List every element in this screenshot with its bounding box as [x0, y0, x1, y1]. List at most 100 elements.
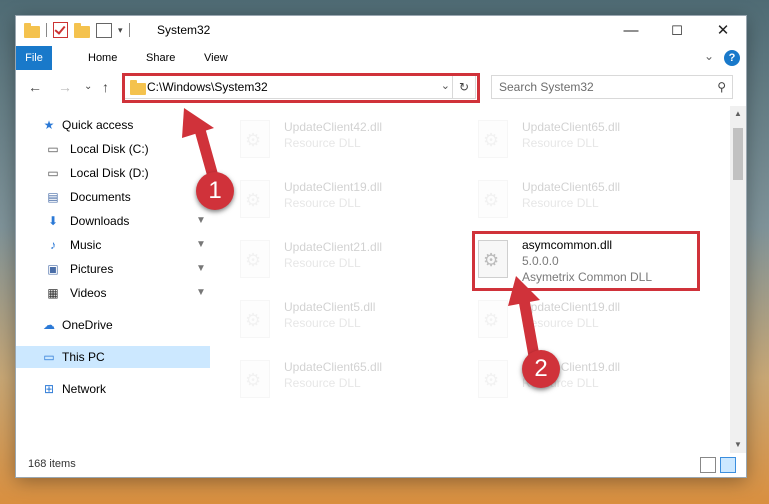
- nav-label: Local Disk (D:): [70, 166, 149, 180]
- up-button[interactable]: ↑: [102, 79, 109, 95]
- file-item[interactable]: UpdateClient21.dll Resource DLL: [212, 234, 442, 286]
- dll-file-icon: [240, 300, 270, 338]
- scroll-thumb[interactable]: [733, 128, 743, 180]
- file-name: UpdateClient19.dll: [522, 300, 621, 314]
- dll-file-icon: [478, 300, 508, 338]
- expand-ribbon-icon[interactable]: ⌄: [704, 49, 714, 63]
- scroll-up-icon[interactable]: ▲: [730, 106, 746, 122]
- nav-item-documents[interactable]: ▤ Documents ▼: [16, 186, 210, 208]
- file-item[interactable]: UpdateClient5.dll Resource DLL: [212, 294, 442, 346]
- file-description: Resource DLL: [284, 136, 361, 150]
- file-name: UpdateClient65.dll: [522, 120, 621, 134]
- nav-item-downloads[interactable]: ⬇ Downloads ▼: [16, 210, 210, 232]
- file-name: UpdateClient65.dll: [522, 180, 621, 194]
- nav-item-local-disk-d[interactable]: ▭ Local Disk (D:): [16, 162, 210, 184]
- search-icon[interactable]: ⚲: [717, 80, 726, 94]
- nav-label: OneDrive: [62, 318, 113, 332]
- new-folder-icon[interactable]: [74, 23, 90, 38]
- file-description: Resource DLL: [284, 316, 361, 330]
- forward-button[interactable]: →: [58, 79, 72, 95]
- file-name: UpdateClient19.dll: [284, 180, 383, 194]
- title-bar: ▾ System32 — ☐ ✕: [16, 16, 746, 46]
- nav-item-pictures[interactable]: ▣ Pictures ▼: [16, 258, 210, 280]
- file-description: Resource DLL: [284, 376, 361, 390]
- qa-dropdown-icon[interactable]: ▾: [118, 25, 123, 36]
- ribbon-tabs: File Home Share View ⌄ ?: [16, 46, 746, 70]
- close-button[interactable]: ✕: [700, 16, 746, 46]
- navigation-pane: ★ Quick access ▭ Local Disk (C:) ▭ Local…: [16, 106, 210, 453]
- nav-item-local-disk-c[interactable]: ▭ Local Disk (C:): [16, 138, 210, 160]
- nav-quick-access[interactable]: ★ Quick access: [16, 114, 210, 136]
- nav-label: Network: [62, 382, 107, 396]
- file-name: UpdateClient42.dll: [284, 120, 383, 134]
- file-highlight-box: [472, 231, 700, 291]
- downloads-icon: ⬇: [47, 214, 59, 228]
- tab-home[interactable]: Home: [78, 46, 127, 70]
- file-name: UpdateClient21.dll: [284, 240, 383, 254]
- drive-icon: ▭: [47, 142, 59, 156]
- nav-label: Local Disk (C:): [70, 142, 149, 156]
- documents-icon: ▤: [47, 190, 59, 204]
- file-item[interactable]: UpdateClient19.dll Resource DLL: [212, 174, 442, 226]
- nav-onedrive[interactable]: ☁ OneDrive: [16, 314, 210, 336]
- file-item[interactable]: UpdateClient65.dll Resource DLL: [450, 114, 680, 166]
- music-icon: ♪: [50, 238, 56, 252]
- nav-this-pc[interactable]: ▭ This PC: [16, 346, 210, 368]
- dll-file-icon: [478, 120, 508, 158]
- nav-label: Quick access: [62, 118, 134, 132]
- search-input[interactable]: Search System32 ⚲: [491, 75, 733, 99]
- nav-label: Videos: [70, 286, 107, 300]
- nav-label: Downloads: [70, 214, 130, 228]
- scroll-down-icon[interactable]: ▼: [730, 437, 746, 453]
- file-description: Resource DLL: [284, 196, 361, 210]
- back-button[interactable]: ←: [28, 79, 42, 95]
- cloud-icon: ☁: [43, 318, 55, 332]
- drive-icon: ▭: [47, 166, 59, 180]
- nav-label: Music: [70, 238, 102, 252]
- step-2-badge: 2: [522, 350, 560, 388]
- nav-item-music[interactable]: ♪ Music ▼: [16, 234, 210, 256]
- status-bar: 168 items: [16, 453, 746, 477]
- toolbar-separator: [128, 23, 130, 37]
- address-highlight-box: [122, 73, 480, 103]
- dll-file-icon: [478, 360, 508, 398]
- quick-access-toolbar: ▾: [24, 22, 130, 38]
- details-view-icon[interactable]: [700, 457, 716, 473]
- pin-icon[interactable]: ▼: [196, 234, 206, 256]
- maximize-button[interactable]: ☐: [654, 16, 700, 46]
- dll-file-icon: [240, 180, 270, 218]
- pictures-icon: ▣: [47, 262, 59, 276]
- tiles-view-icon[interactable]: [720, 457, 736, 473]
- nav-network[interactable]: ⊞ Network: [16, 378, 210, 400]
- pin-icon[interactable]: ▼: [196, 210, 206, 232]
- file-description: Resource DLL: [522, 196, 599, 210]
- nav-label: Pictures: [70, 262, 114, 276]
- file-name: UpdateClient65.dll: [284, 360, 383, 374]
- pin-icon[interactable]: ▼: [196, 282, 206, 304]
- nav-item-videos[interactable]: ▦ Videos ▼: [16, 282, 210, 304]
- pin-icon[interactable]: ▼: [196, 258, 206, 280]
- vertical-scrollbar[interactable]: ▲ ▼: [730, 106, 746, 453]
- file-item[interactable]: UpdateClient19.dll Resource DLL: [450, 294, 680, 346]
- computer-icon: ▭: [43, 350, 55, 364]
- file-item[interactable]: UpdateClient19.dll Resource DLL: [450, 354, 680, 406]
- tab-file[interactable]: File: [16, 46, 52, 70]
- recent-locations-button[interactable]: ⌄: [84, 81, 92, 92]
- search-placeholder: Search System32: [499, 80, 594, 94]
- network-icon: ⊞: [43, 382, 55, 396]
- help-icon[interactable]: ?: [724, 50, 740, 66]
- tab-view[interactable]: View: [194, 46, 238, 70]
- file-item[interactable]: UpdateClient65.dll Resource DLL: [212, 354, 442, 406]
- file-item[interactable]: UpdateClient65.dll Resource DLL: [450, 174, 680, 226]
- window-title: System32: [157, 23, 211, 37]
- item-count: 168 items: [28, 458, 76, 470]
- tab-share[interactable]: Share: [136, 46, 185, 70]
- minimize-button[interactable]: —: [608, 16, 654, 46]
- file-description: Resource DLL: [284, 256, 361, 270]
- file-name: UpdateClient5.dll: [284, 300, 376, 314]
- dll-file-icon: [478, 180, 508, 218]
- customize-icon[interactable]: [96, 22, 112, 38]
- file-item[interactable]: UpdateClient42.dll Resource DLL: [212, 114, 442, 166]
- dll-file-icon: [240, 360, 270, 398]
- properties-check-icon[interactable]: [53, 22, 68, 38]
